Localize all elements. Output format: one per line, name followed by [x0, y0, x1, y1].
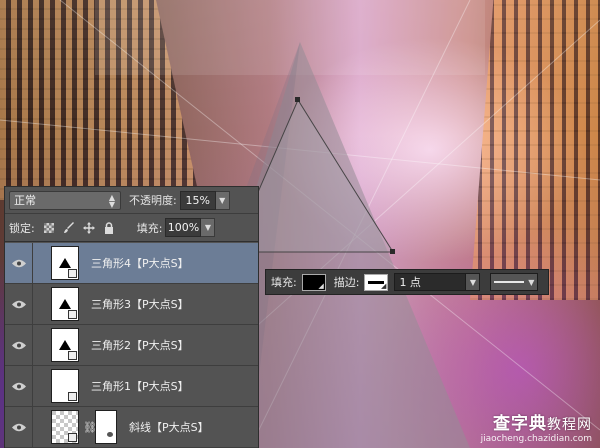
translucent-rect-shape [95, 0, 485, 75]
solid-line-icon [494, 281, 525, 283]
fill-label: 填充: [136, 221, 163, 235]
layer-name: 三角形1【P大点S】 [91, 380, 189, 393]
shape-badge-icon [68, 433, 77, 442]
lock-all-icon[interactable] [101, 220, 117, 236]
layer-row-triangle3[interactable]: 三角形3【P大点S】 [5, 283, 258, 325]
layer-row-triangle1[interactable]: 三角形1【P大点S】 [5, 365, 258, 407]
chevron-down-icon: ▼ [219, 195, 226, 205]
shape-options-bar: 填充: ◢ 描边: ◢ 1 点 ▼ ▼ [265, 269, 549, 295]
fill-dropdown-button[interactable]: ▼ [201, 218, 216, 237]
fill-color-swatch[interactable]: ◢ [301, 273, 326, 291]
blend-mode-select[interactable]: 正常 ▲ ▼ [9, 190, 121, 210]
watermark-url: jiaocheng.chazidian.com [480, 434, 592, 444]
chevron-down-icon: ▼ [469, 277, 477, 287]
layer-thumbnail[interactable] [51, 369, 79, 403]
stroke-width-input[interactable]: 1 点 [394, 273, 467, 291]
shape-badge-icon [68, 392, 77, 401]
corner-arrow-icon: ◢ [381, 281, 387, 290]
opacity-label: 不透明度: [129, 194, 177, 207]
triangle-icon [59, 258, 71, 268]
stroke-color-swatch[interactable]: ◢ [364, 273, 389, 291]
stroke-type-select[interactable]: ▼ [490, 273, 539, 291]
lock-fill-row: 锁定: 填充: 100% ▼ [5, 214, 258, 242]
triangle-icon [59, 299, 71, 309]
visibility-eye-icon[interactable] [5, 242, 33, 284]
triangle-icon [59, 340, 71, 350]
shape-badge-icon [68, 310, 77, 319]
layer-name: 三角形4【P大点S】 [91, 257, 189, 270]
fill-input[interactable]: 100% [165, 218, 202, 237]
watermark: 查字典教程网 jiaocheng.chazidian.com [481, 409, 592, 444]
mask-link-icon[interactable]: ⛓ [83, 421, 97, 434]
layer-list: 三角形4【P大点S】 三角形3【P大点S】 三角形2【P大点S】 三角形1【P大… [5, 242, 258, 448]
watermark-brand-main: 查字典 [493, 414, 547, 434]
anchor-point-right[interactable] [390, 249, 395, 254]
layer-name: 三角形2【P大点S】 [91, 339, 189, 352]
visibility-eye-icon[interactable] [5, 324, 33, 366]
visibility-eye-icon[interactable] [5, 365, 33, 407]
shape-badge-icon [68, 269, 77, 278]
layer-thumbnail[interactable] [51, 246, 79, 280]
layer-thumbnail[interactable] [51, 410, 79, 444]
layer-thumbnail[interactable] [51, 328, 79, 362]
opacity-dropdown-button[interactable]: ▼ [215, 190, 230, 210]
opacity-input[interactable]: 15% [179, 190, 216, 210]
visibility-eye-icon[interactable] [5, 406, 33, 448]
chevron-down-icon: ▼ [528, 277, 535, 287]
stroke-width-dropdown[interactable]: ▼ [466, 273, 481, 291]
blend-opacity-row: 正常 ▲ ▼ 不透明度: 15% ▼ [5, 187, 258, 214]
shape-stroke-label: 描边: [333, 276, 360, 289]
layers-panel: 正常 ▲ ▼ 不透明度: 15% ▼ 锁定: 填充: 100% ▼ 三角形4【P… [4, 186, 259, 448]
layer-thumbnail[interactable] [51, 287, 79, 321]
layer-row-slash[interactable]: ⛓ 斜线【P大点S】 [5, 406, 258, 448]
visibility-eye-icon[interactable] [5, 283, 33, 325]
lock-brush-icon[interactable] [61, 220, 77, 236]
layer-row-triangle2[interactable]: 三角形2【P大点S】 [5, 324, 258, 366]
chevron-down-icon: ▼ [204, 223, 212, 232]
watermark-brand-sub: 教程网 [547, 417, 592, 433]
layer-name: 三角形3【P大点S】 [91, 298, 189, 311]
select-arrows-icon: ▲ ▼ [108, 192, 115, 209]
corner-arrow-icon: ◢ [318, 281, 324, 290]
layer-name: 斜线【P大点S】 [129, 421, 209, 434]
anchor-point-top[interactable] [295, 97, 300, 102]
blend-mode-value: 正常 [14, 194, 36, 207]
layer-mask-thumbnail[interactable] [95, 410, 117, 444]
lock-move-icon[interactable] [81, 220, 97, 236]
lock-label: 锁定: [9, 221, 35, 235]
layer-row-triangle4[interactable]: 三角形4【P大点S】 [5, 242, 258, 284]
shape-fill-label: 填充: [271, 276, 297, 289]
shape-badge-icon [68, 351, 77, 360]
lock-transparency-icon[interactable] [41, 220, 57, 236]
